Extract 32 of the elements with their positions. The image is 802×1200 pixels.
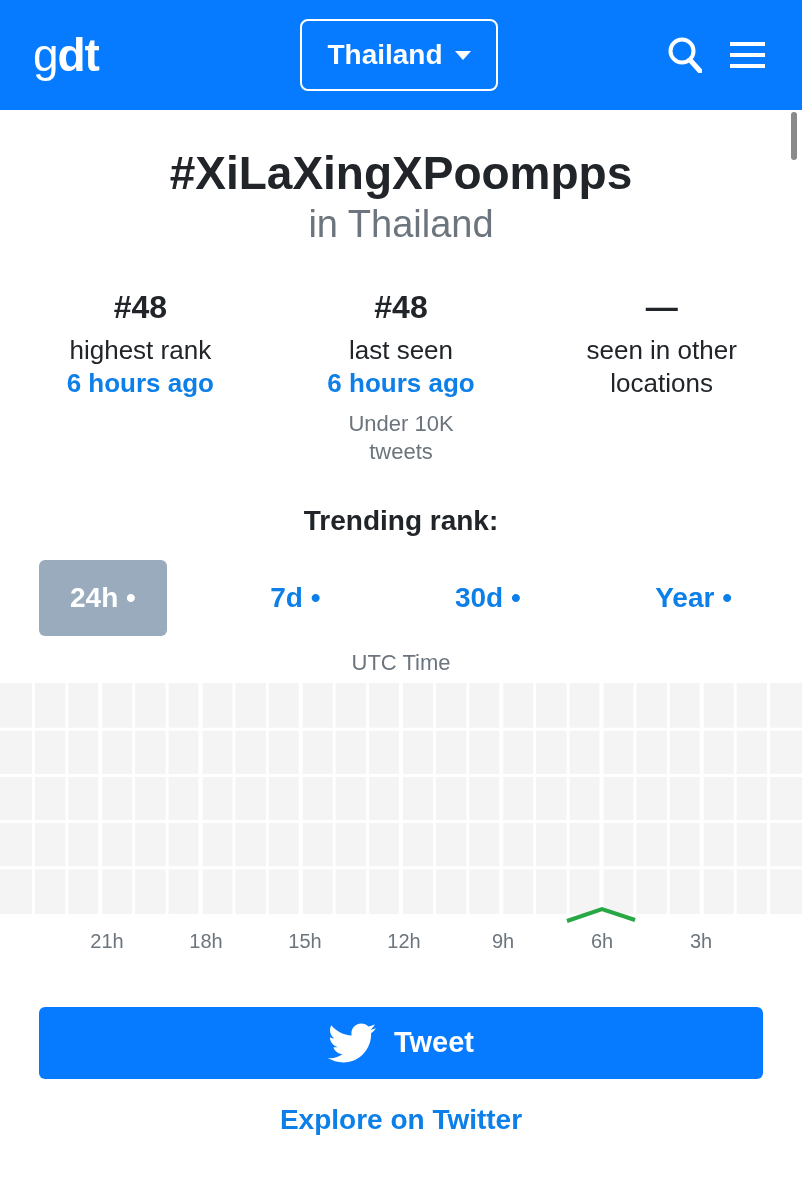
stat-label: highest rank bbox=[69, 334, 212, 367]
tweet-button[interactable]: Tweet bbox=[39, 1007, 763, 1079]
scrollbar-thumb bbox=[791, 112, 797, 160]
time-axis-label: 15h bbox=[288, 929, 322, 953]
stat-value: — bbox=[645, 288, 678, 326]
caret-icon bbox=[454, 50, 471, 60]
location-subtitle: in Thailand bbox=[307, 202, 495, 247]
hashtag-title: #XiLaXingXPoompps bbox=[168, 146, 634, 201]
time-axis-label: 6h bbox=[590, 929, 614, 953]
time-axis-label: 12h bbox=[387, 929, 421, 953]
time-link[interactable]: 6 hours ago bbox=[327, 367, 475, 400]
range-tab[interactable]: 30d • bbox=[423, 560, 552, 636]
explore-link[interactable]: Explore on Twitter bbox=[279, 1103, 523, 1137]
time-axis-label: 21h bbox=[90, 929, 124, 953]
stat-value: #48 bbox=[374, 288, 428, 326]
axis-title: UTC Time bbox=[350, 650, 452, 676]
time-axis-label: 9h bbox=[491, 929, 515, 953]
country-dropdown[interactable]: Thailand bbox=[300, 19, 498, 91]
rank-line bbox=[566, 906, 636, 923]
time-axis-label: 3h bbox=[689, 929, 713, 953]
stat-label: last seen bbox=[348, 334, 454, 367]
tweet-count-note: Under 10K tweets bbox=[347, 410, 455, 466]
range-tab[interactable]: 24h • bbox=[39, 560, 167, 636]
range-tab[interactable]: 7d • bbox=[239, 560, 352, 636]
search-icon[interactable] bbox=[668, 37, 702, 73]
stat-label: seen in other locations bbox=[585, 334, 738, 400]
stat-value: #48 bbox=[113, 288, 167, 326]
time-axis-label: 18h bbox=[189, 929, 223, 953]
time-link[interactable]: 6 hours ago bbox=[66, 367, 214, 400]
range-tab[interactable]: Year • bbox=[624, 560, 763, 636]
menu-icon[interactable] bbox=[730, 42, 765, 68]
trending-heading: Trending rank: bbox=[302, 504, 500, 538]
